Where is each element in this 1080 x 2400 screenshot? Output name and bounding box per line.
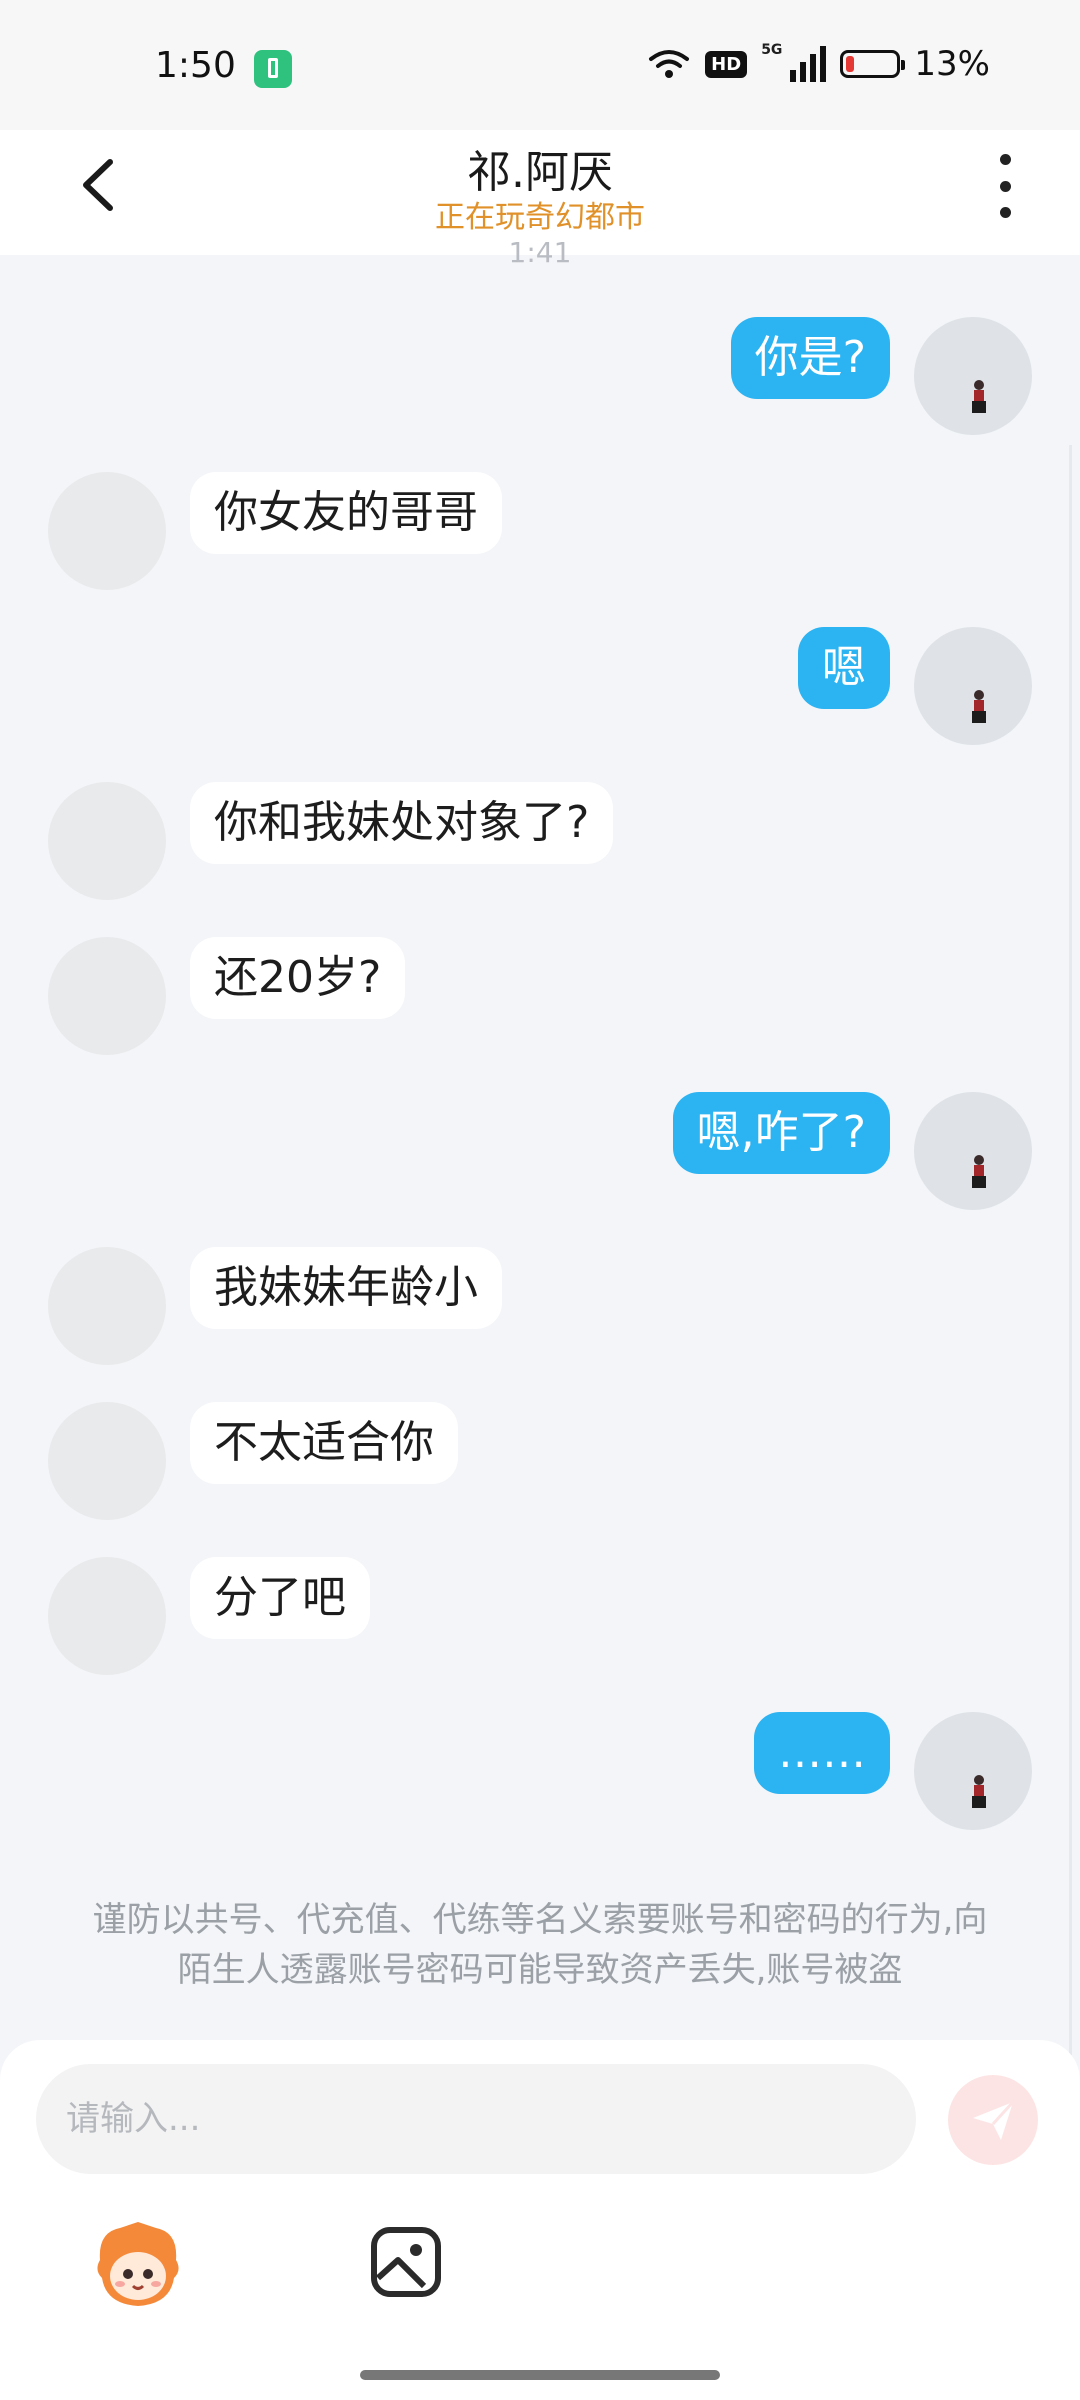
image-picker-icon[interactable] (368, 2224, 444, 2300)
character-sprite-icon (972, 690, 986, 723)
message-row-outgoing: 嗯 (798, 627, 1032, 745)
character-sprite-icon (972, 380, 986, 413)
message-bubble[interactable]: …… (754, 1712, 890, 1794)
my-avatar[interactable] (914, 1712, 1032, 1830)
message-row-outgoing: 嗯,咋了? (672, 1092, 1032, 1210)
message-row-incoming: 不太适合你 (48, 1402, 458, 1520)
emoji-mascot-icon[interactable] (90, 2220, 186, 2310)
message-bubble[interactable]: 嗯,咋了? (672, 1092, 890, 1174)
status-icons: HD 5G 13% (647, 42, 990, 84)
battery-percent: 13% (914, 44, 990, 84)
wifi-icon (649, 50, 690, 78)
network-type: 5G (761, 42, 783, 58)
message-row-outgoing: …… (754, 1712, 1032, 1830)
contact-name: 祁.阿厌 (467, 147, 613, 198)
more-options-icon[interactable] (990, 154, 1020, 218)
contact-avatar[interactable] (48, 782, 166, 900)
contact-avatar[interactable] (48, 1247, 166, 1365)
message-bubble[interactable]: 嗯 (798, 627, 890, 709)
security-warning: 谨防以共号、代充值、代练等名义索要账号和密码的行为,向陌生人透露账号密码可能导致… (92, 1900, 988, 1990)
message-row-incoming: 你和我妹处对象了? (48, 782, 614, 900)
signal-icon (790, 46, 827, 82)
message-timestamp: 1:41 (508, 236, 572, 269)
message-composer (0, 2040, 1080, 2400)
message-row-outgoing: 你是? (730, 317, 1032, 435)
hd-badge: HD (705, 50, 748, 78)
message-bubble[interactable]: 分了吧 (190, 1557, 370, 1639)
send-plane-icon (973, 2100, 1015, 2140)
message-bubble[interactable]: 你和我妹处对象了? (190, 782, 614, 864)
message-bubble[interactable]: 还20岁? (190, 937, 406, 1019)
character-sprite-icon (972, 1775, 986, 1808)
scrollbar[interactable] (1069, 445, 1072, 2055)
home-indicator[interactable] (360, 2370, 720, 2380)
contact-avatar[interactable] (48, 937, 166, 1055)
contact-avatar[interactable] (48, 1557, 166, 1675)
message-input[interactable] (36, 2064, 916, 2174)
contact-status: 正在玩奇幻都市 (435, 200, 645, 235)
message-bubble[interactable]: 不太适合你 (190, 1402, 458, 1484)
contact-avatar[interactable] (48, 1402, 166, 1520)
my-avatar[interactable] (914, 1092, 1032, 1210)
battery-saver-icon (254, 50, 292, 88)
my-avatar[interactable] (914, 627, 1032, 745)
my-avatar[interactable] (914, 317, 1032, 435)
message-row-incoming: 还20岁? (48, 937, 406, 1055)
character-sprite-icon (972, 1155, 986, 1188)
battery-icon (840, 50, 906, 78)
status-time: 1:50 (155, 45, 236, 86)
contact-avatar[interactable] (48, 472, 166, 590)
message-bubble[interactable]: 我妹妹年龄小 (190, 1247, 502, 1329)
send-button[interactable] (948, 2075, 1038, 2165)
message-bubble[interactable]: 你女友的哥哥 (190, 472, 502, 554)
message-row-incoming: 你女友的哥哥 (48, 472, 502, 590)
message-bubble[interactable]: 你是? (730, 317, 890, 399)
status-bar: 1:50 HD 5G 13% (0, 0, 1080, 130)
message-row-incoming: 我妹妹年龄小 (48, 1247, 502, 1365)
message-row-incoming: 分了吧 (48, 1557, 370, 1675)
